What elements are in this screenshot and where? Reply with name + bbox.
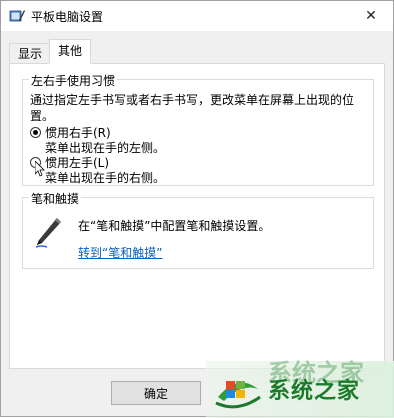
pen-touch-group-title: 笔和触摸 [29,190,82,207]
pen-icon [35,218,61,248]
watermark-logo-icon [215,381,261,409]
tab-other-label: 其他 [58,44,83,58]
radio-checked-icon[interactable] [30,127,41,138]
tablet-pen-icon [9,10,25,22]
window-title: 平板电脑设置 [31,10,104,24]
tab-display-label: 显示 [18,47,43,61]
close-icon: ✕ [365,8,377,24]
site-watermark: 系统之家 系统之家 [206,359,394,418]
handedness-group-title: 左右手使用习惯 [29,72,118,89]
title-bar[interactable]: 平板电脑设置 ✕ [1,1,393,31]
tablet-settings-window: 平板电脑设置 ✕ 显示 其他 左右手使用习惯 通过指定左手书写或者右手书写，更改… [0,0,394,418]
tab-display[interactable]: 显示 [9,43,52,63]
pen-touch-description: 在“笔和触摸”中配置笔和触摸设置。 [78,219,271,233]
radio-right-label: 惯用右手(R) [45,126,111,140]
handedness-group: 左右手使用习惯 通过指定左手书写或者右手书写，更改菜单在屏幕上出现的位置。 惯用… [22,72,374,186]
pen-touch-link[interactable]: 转到“笔和触摸” [78,244,162,261]
radio-left-handed[interactable]: 惯用左手(L) 菜单出现在手的右侧。 [30,156,165,186]
handedness-description: 通过指定左手书写或者右手书写，更改菜单在屏幕上出现的位置。 [30,93,355,123]
tab-other[interactable]: 其他 [49,39,92,64]
pen-touch-group: 笔和触摸 在“笔和触摸”中配置笔和触摸设置。 转到“笔和触摸” [22,190,374,269]
mouse-cursor-icon [35,161,45,177]
watermark-text: 系统之家 [268,379,361,404]
radio-left-sub: 菜单出现在手的右侧。 [45,171,166,185]
ok-button-label: 确定 [143,386,168,401]
radio-right-sub: 菜单出现在手的左侧。 [45,141,166,155]
radio-right-handed[interactable]: 惯用右手(R) 菜单出现在手的左侧。 [30,126,165,156]
close-button[interactable]: ✕ [349,1,393,31]
radio-left-label: 惯用左手(L) [45,156,110,170]
tab-panel-other: 左右手使用习惯 通过指定左手书写或者右手书写，更改菜单在屏幕上出现的位置。 惯用… [9,63,385,369]
ok-button[interactable]: 确定 [111,381,201,405]
